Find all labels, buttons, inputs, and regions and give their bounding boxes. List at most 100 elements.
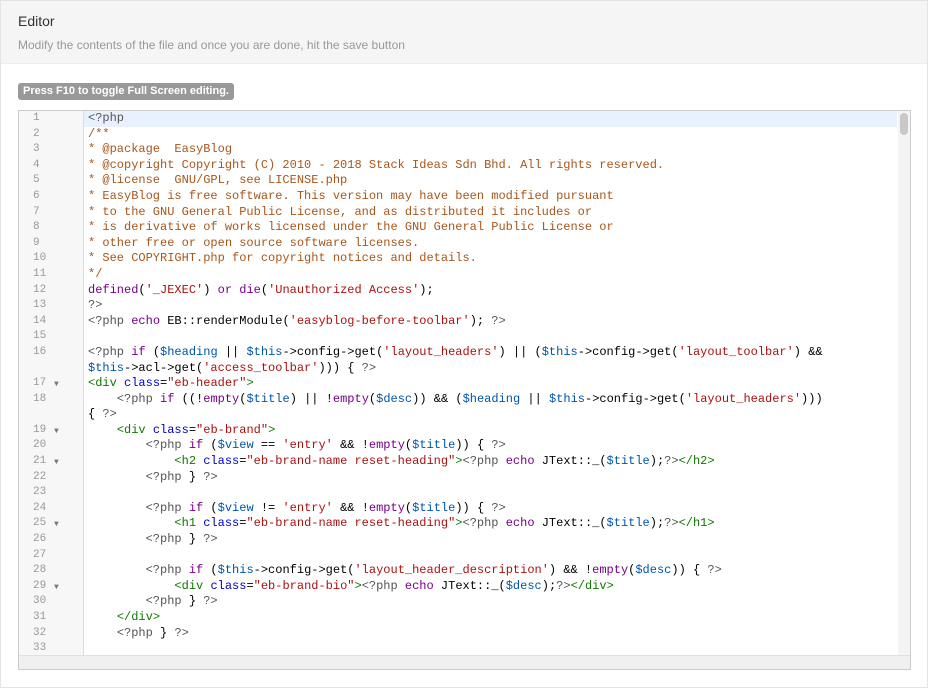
code-token: ?> [203, 594, 218, 609]
line-number: 28 [19, 563, 83, 579]
code-line[interactable]: ?> [84, 298, 897, 314]
code-line[interactable]: <div class="eb-brand"> [84, 423, 897, 439]
code-token: * @copyright Copyright (C) 2010 - 2018 S… [88, 157, 665, 172]
code-token: ); [419, 282, 434, 297]
fold-arrow-icon[interactable]: ▼ [54, 517, 59, 533]
code-token: class [152, 422, 189, 437]
horizontal-scrollbar[interactable] [19, 655, 910, 669]
code-line[interactable]: <h1 class="eb-brand-name reset-heading">… [84, 516, 897, 532]
code-token: $title [412, 438, 456, 453]
code-line[interactable]: <?php if ($view == 'entry' && !empty($ti… [84, 438, 897, 454]
code-token: ?> [707, 563, 722, 578]
code-token: || [520, 391, 549, 406]
line-number: 12 [19, 283, 83, 299]
code-token: 'layout_header_description' [354, 563, 549, 578]
code-line[interactable]: <?php [84, 111, 897, 127]
code-line[interactable] [84, 329, 897, 345]
line-number: 29 ▼ [19, 579, 83, 595]
fold-arrow-icon[interactable]: ▼ [54, 377, 59, 393]
vertical-scrollbar-thumb[interactable] [900, 113, 908, 135]
code-line[interactable]: <?php } ?> [84, 532, 897, 548]
code-token: if [160, 391, 175, 406]
line-number-text: 2 [33, 127, 40, 140]
code-line[interactable]: * @copyright Copyright (C) 2010 - 2018 S… [84, 158, 897, 174]
code-line[interactable]: * other free or open source software lic… [84, 236, 897, 252]
code-token: > [246, 376, 254, 391]
code-line[interactable]: * See COPYRIGHT.php for copyright notice… [84, 251, 897, 267]
line-number: 22 [19, 470, 83, 486]
line-number-text: 32 [33, 626, 47, 639]
code-line[interactable]: <?php } ?> [84, 470, 897, 486]
line-number: 7 [19, 205, 83, 221]
code-line[interactable]: * to the GNU General Public License, and… [84, 205, 897, 221]
code-line[interactable]: <?php if ($heading || $this->config->get… [84, 345, 897, 361]
code-token: ); [469, 313, 492, 328]
code-line[interactable]: <?php if ($view != 'entry' && !empty($ti… [84, 501, 897, 517]
code-line[interactable] [84, 641, 897, 656]
code-line[interactable]: <?php if ((!empty($title) || !empty($des… [84, 392, 897, 408]
code-line[interactable]: <?php } ?> [84, 594, 897, 610]
code-token: ); [649, 454, 665, 469]
line-number: 20 [19, 438, 83, 454]
code-token: /** [88, 126, 110, 141]
code-token: </h2> [678, 454, 715, 469]
code-line[interactable]: * @package EasyBlog [84, 142, 897, 158]
code-line[interactable]: * @license GNU/GPL, see LICENSE.php [84, 173, 897, 189]
code-token: ?> [664, 516, 679, 531]
line-number: 32 [19, 626, 83, 642]
code-line[interactable]: <?php if ($this->config->get('layout_hea… [84, 563, 897, 579]
code-line[interactable]: <div class="eb-brand-bio"><?php echo JTe… [84, 579, 897, 595]
code-line[interactable]: <h2 class="eb-brand-name reset-heading">… [84, 454, 897, 470]
code-line[interactable]: defined('_JEXEC') or die('Unauthorized A… [84, 283, 897, 299]
code-line[interactable]: /** [84, 127, 897, 143]
code-token: ( [203, 563, 218, 578]
code-line[interactable] [84, 485, 897, 501]
line-number: 4 [19, 158, 83, 174]
code-token: empty [203, 391, 240, 406]
code-token: </div> [116, 610, 161, 624]
code-token: <?php [145, 594, 182, 609]
code-token: <?php [88, 111, 125, 125]
code-line[interactable]: * EasyBlog is free software. This versio… [84, 189, 897, 205]
code-token: } [152, 625, 175, 640]
line-number-text: 20 [33, 439, 47, 452]
code-token: )) { [455, 438, 492, 453]
code-token: )) { [671, 563, 708, 578]
code-line[interactable]: * is derivative of works licensed under … [84, 220, 897, 236]
panel-description: Modify the contents of the file and once… [18, 38, 405, 52]
fold-arrow-icon[interactable]: ▼ [54, 424, 59, 440]
fold-arrow-icon[interactable]: ▼ [54, 455, 59, 471]
code-token: 'access_toolbar' [203, 360, 319, 375]
code-token: $title [606, 516, 650, 531]
code-token: ) && [793, 344, 823, 359]
line-number-text: 14 [33, 314, 47, 327]
line-number-text: 26 [33, 533, 47, 546]
code-token: class [203, 454, 240, 469]
code-token: die [239, 282, 261, 297]
code-line[interactable] [84, 548, 897, 564]
code-line[interactable]: $this->acl->get('access_toolbar'))) { ?> [84, 361, 897, 377]
vertical-scrollbar[interactable] [898, 111, 910, 656]
code-token: <div [116, 422, 146, 437]
code-line[interactable]: </div> [84, 610, 897, 626]
code-line[interactable]: { ?> [84, 407, 897, 423]
fold-arrow-icon[interactable]: ▼ [54, 580, 59, 596]
code-token: empty [368, 500, 405, 515]
code-token: $view [217, 438, 254, 453]
code-token: ); [541, 578, 557, 593]
code-line[interactable]: <?php echo EB::renderModule('easyblog-be… [84, 314, 897, 330]
code-line[interactable]: */ [84, 267, 897, 283]
line-number: 26 [19, 532, 83, 548]
code-area[interactable]: <?php/** * @package EasyBlog * @copyright … [84, 111, 897, 656]
code-line[interactable]: <?php } ?> [84, 626, 897, 642]
code-token: > [354, 578, 362, 593]
code-editor[interactable]: 1 2 3 4 5 6 7 8 9 10 11 12 13 14 15 16 17 ▼ 18 19 ▼ 20 21 ▼ 22 23… [18, 110, 911, 670]
line-number-text: 7 [33, 205, 40, 218]
code-token: empty [592, 563, 629, 578]
code-line[interactable]: <div class="eb-header"> [84, 376, 897, 392]
